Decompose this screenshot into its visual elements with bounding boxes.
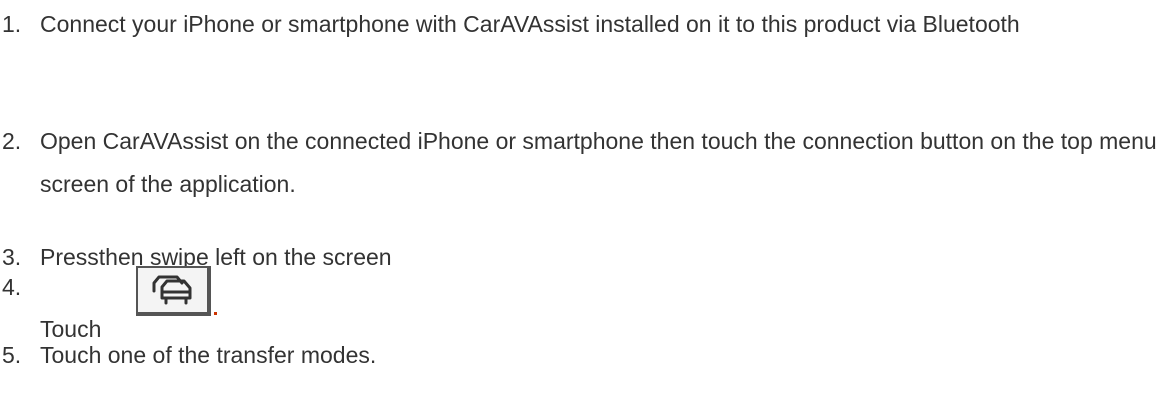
- car-transfer-icon: [136, 266, 211, 316]
- step-number: 3.: [2, 244, 22, 270]
- step-2: 2. Open CarAVAssist on the connected iPh…: [0, 120, 1172, 206]
- step-text: Connect your iPhone or smartphone with C…: [40, 11, 1020, 37]
- step-text: Open CarAVAssist on the connected iPhone…: [40, 128, 1157, 197]
- car-transfer-icon-graphic: [152, 275, 192, 305]
- accent-dot: [214, 312, 217, 315]
- step-number: 5.: [2, 342, 22, 368]
- step-1: 1. Connect your iPhone or smartphone wit…: [0, 3, 1172, 46]
- step-number: 1.: [2, 11, 22, 37]
- step-number: 2.: [2, 128, 22, 154]
- step-text: Touch one of the transfer modes.: [40, 342, 377, 368]
- step-5: 5. Touch one of the transfer modes.: [0, 334, 1172, 377]
